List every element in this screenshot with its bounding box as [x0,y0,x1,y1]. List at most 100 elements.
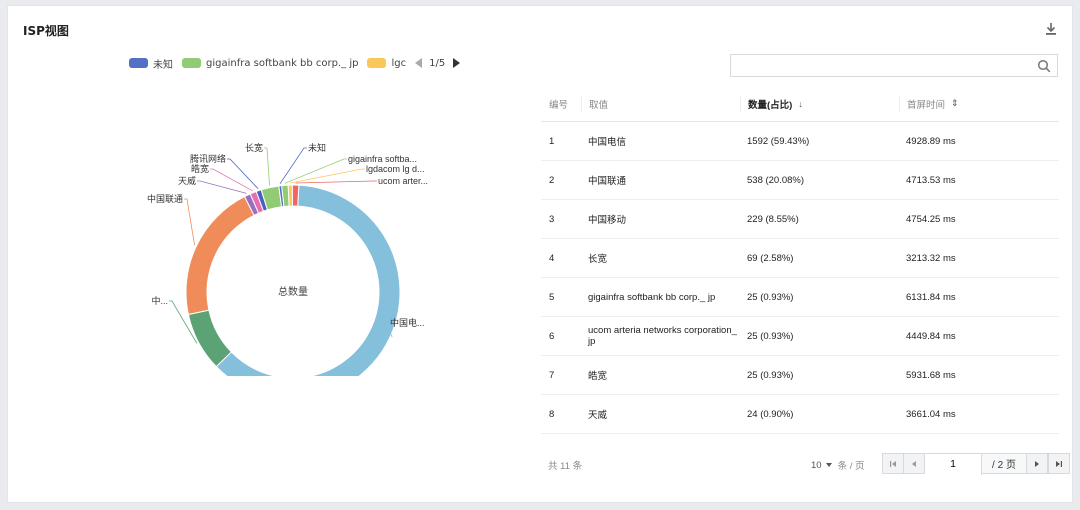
cell-count: 69 (2.58%) [747,252,794,264]
slice-label: 未知 [308,142,326,153]
legend-item-gigainfra[interactable]: gigainfra softbank bb corp._ jp [182,58,358,69]
pie-slice[interactable] [287,184,293,207]
isp-view-panel: ISP视图 未知 gigainfra softbank bb corp._ jp… [7,5,1073,503]
label-leader-line [264,147,270,186]
cell-first-paint: 5931.68 ms [906,369,956,381]
isp-table: 编号 取值 数量(占比) ↓ 首屏时间 ⇕ 1 中国电信 1592 (59.43%)… [541,86,1059,444]
first-page-icon [890,460,896,467]
table-row[interactable]: 3 中国移动 229 (8.55%) 4754.25 ms [541,200,1059,239]
cell-first-paint: 4928.89 ms [906,135,956,147]
last-page-button[interactable] [1048,454,1069,473]
slice-label: gigainfra softba... [348,154,417,164]
legend-page: 1/5 [429,57,446,69]
search-icon[interactable] [1037,59,1051,73]
panel-title: ISP视图 [23,24,69,38]
cell-value: 中国联通 [588,176,627,187]
first-page-button[interactable] [883,454,904,473]
cell-index: 2 [549,174,555,186]
cell-value: gigainfra softbank bb corp._ jp [588,291,716,303]
cell-first-paint: 4449.84 ms [906,330,956,342]
table-body: 1 中国电信 1592 (59.43%) 4928.89 ms 2 中国联通 538 (20… [541,122,1059,444]
legend-label: lgc [391,57,407,69]
cell-count: 229 (8.55%) [747,213,799,225]
page-size-unit: 条 / 页 [837,461,865,472]
cell-count: 25 (0.93%) [747,291,794,303]
label-leader-line [197,180,247,194]
slice-label: 中... [151,295,168,306]
cell-index: 3 [549,213,555,225]
cell-count: 24 (0.90%) [747,408,794,420]
last-page-icon [1056,460,1062,467]
legend-label: gigainfra softbank bb corp._ jp [206,57,359,69]
legend-swatch [129,58,148,68]
table-row[interactable]: 7 皓宽 25 (0.93%) 5931.68 ms [541,356,1059,395]
cell-value: 皓宽 [588,371,608,382]
pie-slice[interactable] [291,184,300,207]
cell-count: 25 (0.93%) [747,369,794,381]
table-row[interactable]: 5 gigainfra softbank bb corp._ jp 25 (0.93… [541,278,1059,317]
pagination: / 2 页 [882,453,1070,475]
cell-first-paint: 3213.32 ms [906,252,956,264]
search-input[interactable] [731,56,1047,78]
cell-first-paint: 4754.25 ms [906,213,956,225]
cell-index: 5 [549,291,555,303]
label-leader-line [290,168,365,184]
page-size-value: 10 [811,459,822,471]
header-fp-label: 首屏时间 [907,99,946,111]
label-leader-line [279,147,307,185]
label-leader-line [184,198,195,246]
search-box[interactable] [730,54,1058,78]
page-number-input[interactable] [925,454,982,475]
cell-count: 1592 (59.43%) [747,135,810,147]
cell-index: 8 [549,408,555,420]
cell-index: 6 [549,330,555,342]
cell-value: 中国移动 [588,215,627,226]
next-page-button[interactable] [1027,454,1048,473]
table-row[interactable]: 9腾讯网络 [541,434,1059,444]
isp-donut-chart: 中国电... 中... 中国联通 天威皓宽腾讯网络 长宽 未知 gigainfra soft… [147,142,428,376]
label-leader-line [295,180,377,184]
cell-first-paint: 4713.53 ms [906,174,956,186]
legend-item-unknown[interactable]: 未知 [129,56,173,71]
pie-slice[interactable] [185,195,255,316]
cell-index: 4 [549,252,555,264]
pie-slice[interactable] [187,309,233,368]
prev-page-icon [912,460,916,467]
cell-count: 25 (0.93%) [747,330,794,342]
table-row[interactable]: 8 天威 24 (0.90%) 3661.04 ms [541,395,1059,434]
slice-label: 腾讯网络 [190,153,226,164]
legend-label: 未知 [153,59,173,71]
slice-label: 长宽 [245,142,263,153]
header-first-paint[interactable]: 首屏时间 ⇕ [899,95,1059,112]
legend-swatch [367,58,387,68]
slice-label: lgdacom lg d... [366,164,425,174]
slice-label: 天威 [178,175,196,186]
cell-value: 天威 [588,410,608,421]
download-icon[interactable] [1044,21,1058,37]
table-row[interactable]: 6 ucom arteria networks corporation_ jp 25… [541,317,1059,356]
cell-index: 7 [549,369,555,381]
slice-label: 中国电... [390,317,425,328]
slice-label: ucom arter... [378,176,428,186]
cell-count: 538 (20.08%) [747,174,805,186]
label-leader-line [210,168,253,192]
legend-prev-icon[interactable] [415,58,423,68]
legend-next-icon[interactable] [453,58,461,68]
sort-desc-icon[interactable]: ↓ [798,99,803,109]
header-index: 编号 [549,99,569,111]
slice-label: 中国联通 [147,193,183,204]
page-size-select[interactable]: 10 条 / 页 [811,458,865,473]
donut-center-label: 总数量 [278,285,308,298]
legend-item-lgc[interactable]: lgc [367,58,406,69]
table-row[interactable]: 2 中国联通 538 (20.08%) 4713.53 ms [541,161,1059,200]
table-row[interactable]: 4 长宽 69 (2.58%) 3213.32 ms [541,239,1059,278]
cell-first-paint: 3661.04 ms [906,408,956,420]
table-header: 编号 取值 数量(占比) ↓ 首屏时间 ⇕ [541,86,1059,122]
legend-swatch [182,58,201,68]
header-count[interactable]: 数量(占比) ↓ [740,95,899,112]
sort-toggle-icon[interactable]: ⇕ [951,98,959,109]
table-row[interactable]: 1 中国电信 1592 (59.43%) 4928.89 ms [541,122,1059,161]
prev-page-button[interactable] [904,454,925,473]
cell-first-paint: 6131.84 ms [906,291,956,303]
cell-index: 1 [549,135,555,147]
